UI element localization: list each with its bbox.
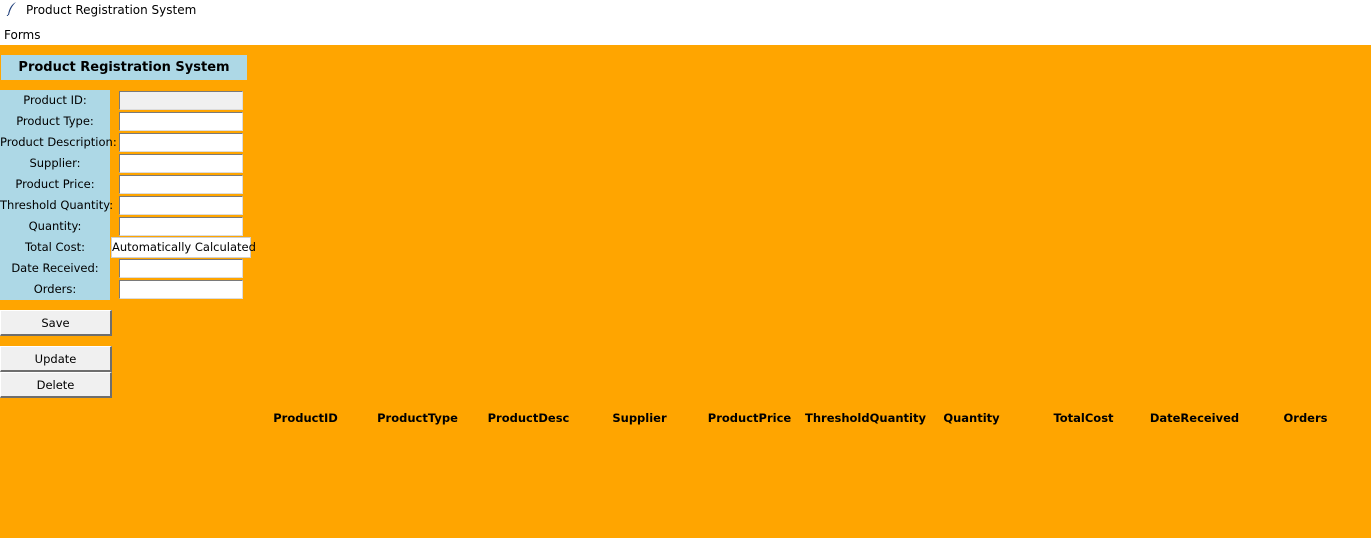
threshold-quantity-field[interactable]	[119, 196, 243, 215]
product-type-field[interactable]	[119, 112, 243, 131]
quantity-field[interactable]	[119, 217, 243, 236]
column-header-producttype[interactable]: ProductType	[362, 411, 473, 427]
quantity-label: Quantity:	[28, 219, 82, 233]
column-header-thresholdquantity[interactable]: ThresholdQuantity	[805, 411, 926, 427]
column-header-quantity[interactable]: Quantity	[916, 411, 1027, 427]
window-titlebar: Product Registration System	[0, 0, 1371, 20]
product-id-label: Product ID:	[23, 93, 87, 107]
column-header-supplier[interactable]: Supplier	[584, 411, 695, 427]
form-title: Product Registration System	[1, 55, 247, 80]
column-header-productdesc[interactable]: ProductDesc	[473, 411, 584, 427]
date-received-field[interactable]	[119, 259, 243, 278]
column-header-datereceived[interactable]: DateReceived	[1139, 411, 1250, 427]
product-price-field[interactable]	[119, 175, 243, 194]
column-header-productprice[interactable]: ProductPrice	[694, 411, 805, 427]
product-price-label: Product Price:	[15, 177, 95, 191]
total-cost-value: Automatically Calculated	[111, 237, 256, 258]
supplier-label: Supplier:	[29, 156, 81, 170]
feather-icon	[6, 2, 16, 16]
product-description-label: Product Description:	[0, 135, 117, 149]
column-header-orders[interactable]: Orders	[1250, 411, 1361, 427]
threshold-quantity-label: Threshold Quantity:	[0, 198, 114, 212]
update-button[interactable]: Update	[0, 346, 112, 372]
orders-field[interactable]	[119, 280, 243, 299]
column-header-totalcost[interactable]: TotalCost	[1028, 411, 1139, 427]
orders-label: Orders:	[33, 282, 77, 296]
save-button[interactable]: Save	[0, 310, 112, 336]
menu-bar: Forms	[0, 24, 1371, 44]
window-title: Product Registration System	[26, 3, 197, 17]
column-header-productid[interactable]: ProductID	[250, 411, 361, 427]
product-id-field[interactable]	[119, 91, 243, 110]
total-cost-label: Total Cost:	[25, 240, 85, 254]
field-label-panel: Product ID: Product Type: Product Descri…	[0, 90, 117, 300]
date-received-label: Date Received:	[11, 261, 99, 275]
menu-forms[interactable]: Forms	[4, 28, 40, 42]
delete-button[interactable]: Delete	[0, 372, 112, 398]
product-description-field[interactable]	[119, 133, 243, 152]
supplier-field[interactable]	[119, 154, 243, 173]
product-type-label: Product Type:	[16, 114, 94, 128]
